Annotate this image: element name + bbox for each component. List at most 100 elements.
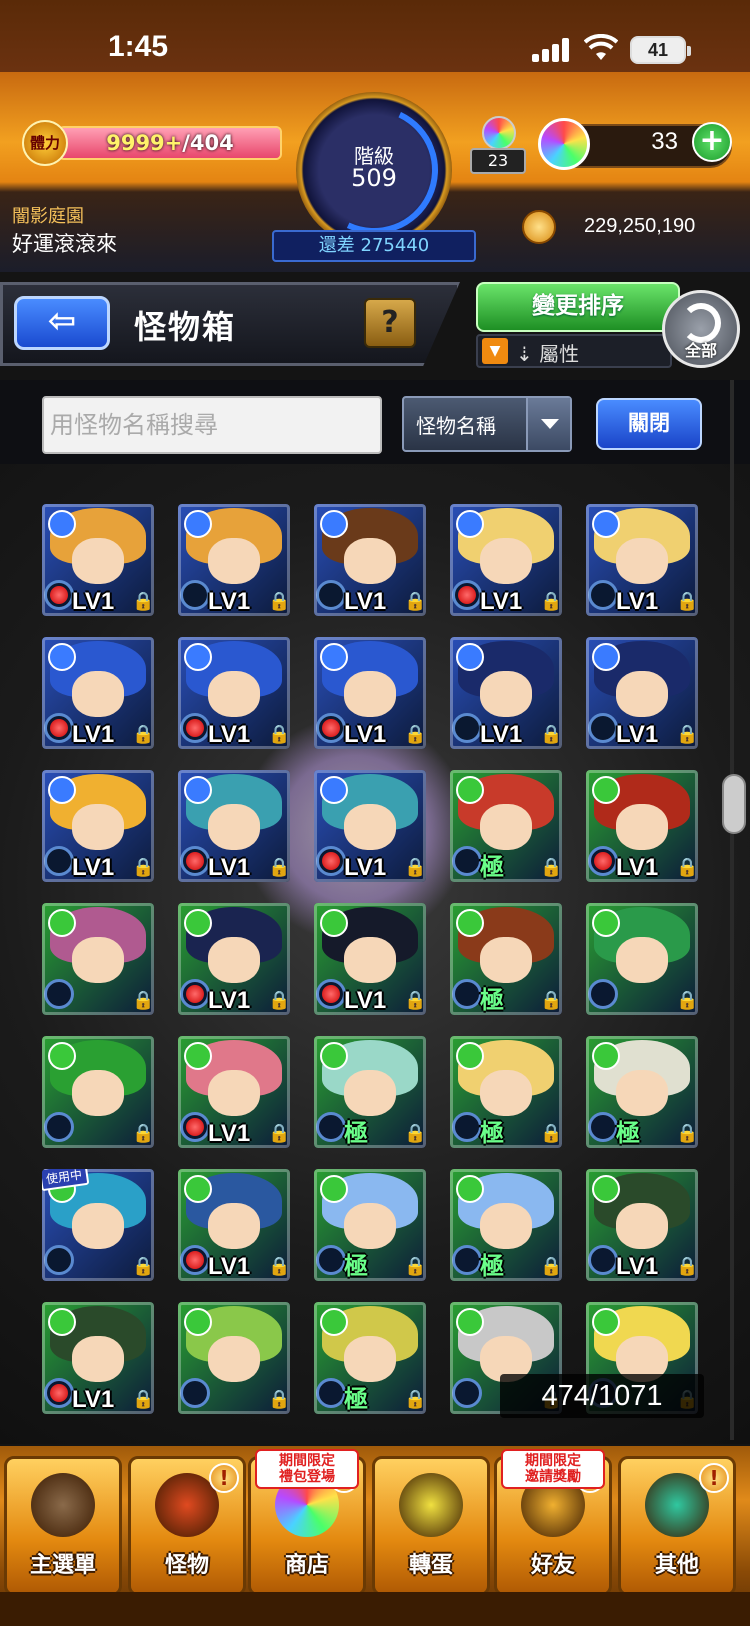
card-frame: [42, 1036, 154, 1148]
home-indicator: [0, 1592, 750, 1626]
card-frame: [586, 903, 698, 1015]
filter-label: ⇣ 屬性: [516, 342, 580, 366]
monster-card[interactable]: 🔒 LV1: [450, 504, 562, 616]
coin-icon: [522, 210, 556, 244]
monster-card[interactable]: 🔒 LV1: [178, 770, 290, 882]
rank-value: 509: [351, 164, 397, 192]
monster-card[interactable]: 🔒 極: [586, 1036, 698, 1148]
level-label: LV1: [480, 588, 523, 615]
search-row: 用怪物名稱搜尋 怪物名稱 關閉: [0, 380, 750, 464]
monster-card[interactable]: 🔒 極: [450, 903, 562, 1015]
monster-card[interactable]: 🔒 極: [314, 1302, 426, 1414]
level-label: LV1: [616, 721, 659, 748]
level-label: LV1: [616, 588, 659, 615]
filter-button[interactable]: ▼ ⇣ 屬性: [476, 334, 672, 368]
card-frame: [42, 903, 154, 1015]
monster-card[interactable]: 🔒 LV1: [42, 504, 154, 616]
player-name: 好運滾滾來: [12, 232, 117, 256]
alert-icon: !: [209, 1463, 239, 1493]
back-arrow-icon: ⇦: [47, 301, 77, 341]
monster-card[interactable]: 🔒 LV1: [586, 1169, 698, 1281]
nav-label: 好友: [530, 1553, 575, 1578]
monster-card[interactable]: 🔒 使用中: [42, 1169, 154, 1281]
egg-icon: [399, 1473, 463, 1537]
monster-card[interactable]: 🔒 極: [450, 1169, 562, 1281]
monster-card[interactable]: 🔒: [42, 1036, 154, 1148]
monster-card[interactable]: 🔒 LV1: [314, 637, 426, 749]
monster-card[interactable]: 🔒 極: [314, 1169, 426, 1281]
nav-egg[interactable]: 轉蛋: [372, 1456, 490, 1596]
exp-remaining: 還差 275440: [272, 230, 476, 262]
card-frame: [314, 1169, 426, 1281]
sort-button[interactable]: 變更排序: [476, 282, 680, 332]
level-label: LV1: [208, 588, 251, 615]
monster-card[interactable]: 🔒 LV1: [450, 637, 562, 749]
nav-friend[interactable]: 好友!期間限定邀請獎勵: [494, 1449, 612, 1596]
monster-card[interactable]: 🔒 LV1: [178, 903, 290, 1015]
search-input[interactable]: 用怪物名稱搜尋: [42, 396, 382, 454]
help-button[interactable]: ?: [364, 298, 416, 348]
monster-card[interactable]: 🔒 LV1: [586, 770, 698, 882]
close-search-button[interactable]: 關閉: [596, 398, 702, 450]
level-label: LV1: [208, 721, 251, 748]
monster-card[interactable]: 🔒 LV1: [178, 504, 290, 616]
monster-card[interactable]: 🔒 極: [450, 1036, 562, 1148]
level-label: 極: [480, 1120, 504, 1147]
card-frame: [178, 1302, 290, 1414]
nav-label: 主選單: [29, 1553, 96, 1578]
level-label: LV1: [616, 854, 659, 881]
level-label: LV1: [208, 1120, 251, 1147]
monster-card[interactable]: 🔒 LV1: [586, 637, 698, 749]
nav-label: 轉蛋: [408, 1553, 453, 1578]
monster-card[interactable]: 🔒 極: [314, 1036, 426, 1148]
nav-orb-shop[interactable]: 商店!期間限定禮包登場: [248, 1449, 366, 1596]
scrollbar-thumb[interactable]: [722, 774, 746, 834]
monster-card[interactable]: 🔒 LV1: [178, 1036, 290, 1148]
monster-card[interactable]: 🔒 LV1: [42, 1302, 154, 1414]
back-button[interactable]: ⇦: [14, 296, 110, 350]
monster-card[interactable]: 🔒: [586, 903, 698, 1015]
monster-card[interactable]: 🔒 LV1: [586, 504, 698, 616]
monster-card[interactable]: 🔒 LV1: [42, 770, 154, 882]
orb-stock[interactable]: 23: [470, 116, 526, 176]
search-type-value: 怪物名稱: [416, 414, 496, 438]
level-label: 極: [480, 987, 504, 1014]
buy-orb-button[interactable]: +: [692, 122, 732, 162]
monster-card[interactable]: 🔒 LV1: [314, 770, 426, 882]
nav-diamond[interactable]: 其他!: [618, 1456, 736, 1596]
rank-badge[interactable]: 階級 509: [291, 87, 457, 253]
card-frame: [450, 1169, 562, 1281]
orb-small-count: 23: [470, 148, 526, 174]
monster-card[interactable]: 🔒 LV1: [42, 637, 154, 749]
signal-icon: [532, 38, 572, 62]
monster-card[interactable]: 🔒 極: [450, 770, 562, 882]
filter-icon: ▼: [482, 338, 508, 364]
sort-order-icon: ⇣: [516, 342, 540, 366]
monster-card[interactable]: 🔒: [178, 1302, 290, 1414]
monster-card[interactable]: 🔒 LV1: [314, 504, 426, 616]
level-label: 極: [480, 1253, 504, 1280]
level-label: LV1: [344, 721, 387, 748]
level-label: 極: [344, 1386, 368, 1413]
level-label: 極: [344, 1120, 368, 1147]
monster-card[interactable]: 🔒 LV1: [314, 903, 426, 1015]
promo-tag: 期間限定 邀請獎勵: [501, 1449, 605, 1489]
level-label: LV1: [72, 588, 115, 615]
nav-monster[interactable]: 怪物!: [128, 1456, 246, 1596]
monster-card[interactable]: 🔒 LV1: [178, 637, 290, 749]
search-type-select[interactable]: 怪物名稱: [402, 396, 572, 452]
level-label: 極: [616, 1120, 640, 1147]
level-label: LV1: [344, 854, 387, 881]
player-header: 體力 9999+/404 階級 509 還差 275440 23 33 + 闇影…: [0, 72, 750, 272]
nav-gate[interactable]: 主選單: [4, 1456, 122, 1596]
status-bar: 1:45 41: [0, 0, 750, 72]
level-label: LV1: [208, 987, 251, 1014]
stamina-gauge: 體力 9999+/404: [22, 120, 282, 166]
stage-name: 闇影庭園: [12, 206, 84, 227]
monster-card[interactable]: 🔒 LV1: [178, 1169, 290, 1281]
all-toggle-button[interactable]: 全部: [662, 290, 740, 368]
orb-icon: [538, 118, 590, 170]
monster-card[interactable]: 🔒: [42, 903, 154, 1015]
card-frame: [450, 1036, 562, 1148]
stamina-icon: 體力: [22, 120, 68, 166]
